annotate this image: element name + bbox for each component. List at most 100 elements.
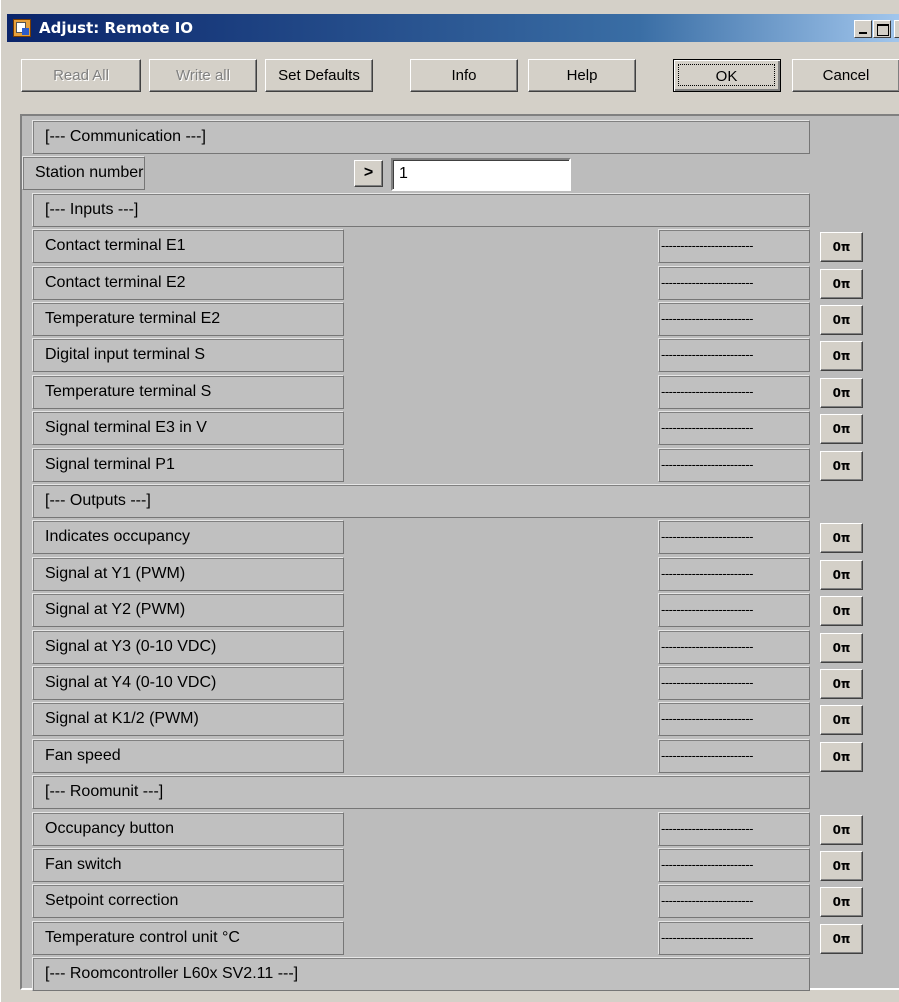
parameter-value: ------------------------ — [658, 448, 810, 482]
section-label: [--- Roomunit ---] — [32, 775, 810, 809]
parameter-label: Contact terminal E1 — [32, 229, 344, 263]
key-icon[interactable]: 0π — [820, 560, 863, 590]
section-header: [--- Inputs ---] — [22, 193, 899, 227]
key-icon[interactable]: 0π — [820, 523, 863, 553]
parameter-value: ------------------------ — [658, 557, 810, 591]
key-icon[interactable]: 0π — [820, 851, 863, 881]
key-icon[interactable]: 0π — [820, 669, 863, 699]
key-icon[interactable]: 0π — [820, 924, 863, 954]
parameter-row: Fan speed ------------------------ 0π — [22, 739, 899, 773]
parameter-row: Station number >1 — [22, 156, 899, 191]
parameter-label: Occupancy button — [32, 812, 344, 846]
key-icon[interactable]: 0π — [820, 705, 863, 735]
parameter-row: Signal terminal E3 in V -----------------… — [22, 411, 899, 445]
parameter-label: Signal at K1/2 (PWM) — [32, 702, 344, 736]
key-icon[interactable]: 0π — [820, 414, 863, 444]
parameter-value: ------------------------ — [658, 739, 810, 773]
parameter-row: Signal at K1/2 (PWM) --------------------… — [22, 702, 899, 736]
parameter-label: Setpoint correction — [32, 884, 344, 918]
set-defaults-button[interactable]: Set Defaults — [265, 59, 373, 92]
section-header: [--- Communication ---] — [22, 120, 899, 154]
parameter-label: Temperature control unit °C — [32, 921, 344, 955]
parameter-panel: [--- Communication ---] Station number >1[… — [20, 114, 899, 991]
parameter-value: ------------------------ — [658, 520, 810, 554]
minimize-button[interactable] — [854, 20, 872, 38]
parameter-label: Signal at Y4 (0-10 VDC) — [32, 666, 344, 700]
section-header: [--- Roomcontroller L60x SV2.11 ---] — [22, 957, 899, 991]
info-button[interactable]: Info — [410, 59, 518, 92]
parameter-label: Signal terminal E3 in V — [32, 411, 344, 445]
key-icon[interactable]: 0π — [820, 887, 863, 917]
parameter-value: ------------------------ — [658, 812, 810, 846]
parameter-value: ------------------------ — [658, 666, 810, 700]
parameter-label: Fan switch — [32, 848, 344, 882]
key-icon[interactable]: 0π — [820, 451, 863, 481]
cancel-button[interactable]: Cancel — [792, 59, 899, 92]
key-icon[interactable]: 0π — [820, 633, 863, 663]
key-icon[interactable]: 0π — [820, 742, 863, 772]
parameter-value: ------------------------ — [658, 302, 810, 336]
parameter-label: Signal at Y3 (0-10 VDC) — [32, 630, 344, 664]
parameter-row: Signal at Y3 (0-10 VDC) -----------------… — [22, 630, 899, 664]
section-label: [--- Communication ---] — [32, 120, 810, 154]
key-icon[interactable]: 0π — [820, 378, 863, 408]
parameter-value: ------------------------ — [658, 375, 810, 409]
parameter-label: Temperature terminal E2 — [32, 302, 344, 336]
ok-button[interactable]: OK — [673, 59, 781, 92]
parameter-row: Occupancy button ------------------------… — [22, 812, 899, 846]
parameter-label: Temperature terminal S — [32, 375, 344, 409]
section-label: [--- Outputs ---] — [32, 484, 810, 518]
parameter-value: ------------------------ — [658, 884, 810, 918]
parameter-row: Temperature terminal E2 -----------------… — [22, 302, 899, 336]
parameter-value: ------------------------ — [658, 266, 810, 300]
parameter-label: Signal terminal P1 — [32, 448, 344, 482]
parameter-row: Indicates occupancy ---------------------… — [22, 520, 899, 554]
parameter-value: ------------------------ — [658, 630, 810, 664]
read-all-button[interactable]: Read All — [21, 59, 141, 92]
key-icon[interactable]: 0π — [820, 815, 863, 845]
parameter-row: Setpoint correction ---------------------… — [22, 884, 899, 918]
maximize-button[interactable] — [873, 20, 891, 38]
section-label: [--- Roomcontroller L60x SV2.11 ---] — [32, 957, 810, 991]
parameter-row: Contact terminal E2 ---------------------… — [22, 266, 899, 300]
help-button[interactable]: Help — [528, 59, 636, 92]
parameter-row: Digital input terminal S ----------------… — [22, 338, 899, 372]
parameter-row: Signal at Y1 (PWM) ----------------------… — [22, 557, 899, 591]
parameter-row: Temperature terminal S ------------------… — [22, 375, 899, 409]
section-header: [--- Outputs ---] — [22, 484, 899, 518]
ok-label: OK — [678, 64, 775, 86]
title-bar[interactable]: Adjust: Remote IO ✕ — [7, 14, 899, 42]
adjust-window: Adjust: Remote IO ✕ Read All Write all S… — [0, 0, 899, 1002]
parameter-label: Station number — [22, 156, 145, 190]
parameter-row: Fan switch ------------------------ 0π — [22, 848, 899, 882]
key-icon[interactable]: 0π — [820, 596, 863, 626]
parameter-label: Signal at Y1 (PWM) — [32, 557, 344, 591]
parameter-value: ------------------------ — [658, 848, 810, 882]
parameter-value: ------------------------ — [658, 338, 810, 372]
key-icon[interactable]: 0π — [820, 269, 863, 299]
app-icon — [13, 19, 31, 37]
parameter-row: Signal at Y4 (0-10 VDC) -----------------… — [22, 666, 899, 700]
parameter-value: ------------------------ — [658, 229, 810, 263]
window-title: Adjust: Remote IO — [39, 19, 194, 37]
key-icon[interactable]: 0π — [820, 232, 863, 262]
parameter-label: Indicates occupancy — [32, 520, 344, 554]
parameter-row: Contact terminal E1 ---------------------… — [22, 229, 899, 263]
parameter-row: Signal at Y2 (PWM) ----------------------… — [22, 593, 899, 627]
section-header: [--- Roomunit ---] — [22, 775, 899, 809]
parameter-label: Fan speed — [32, 739, 344, 773]
parameter-label: Digital input terminal S — [32, 338, 344, 372]
parameter-value: ------------------------ — [658, 411, 810, 445]
parameter-label: Signal at Y2 (PWM) — [32, 593, 344, 627]
write-all-button[interactable]: Write all — [149, 59, 257, 92]
station-number-input[interactable]: 1 — [391, 158, 571, 191]
parameter-value: ------------------------ — [658, 702, 810, 736]
key-icon[interactable]: 0π — [820, 305, 863, 335]
close-button[interactable]: ✕ — [894, 20, 899, 38]
parameter-row: Signal terminal P1 ----------------------… — [22, 448, 899, 482]
parameter-row: Temperature control unit °C -------------… — [22, 921, 899, 955]
key-icon[interactable]: 0π — [820, 341, 863, 371]
parameter-value: ------------------------ — [658, 593, 810, 627]
parameter-label: Contact terminal E2 — [32, 266, 344, 300]
arrow-right-icon[interactable]: > — [354, 160, 383, 187]
